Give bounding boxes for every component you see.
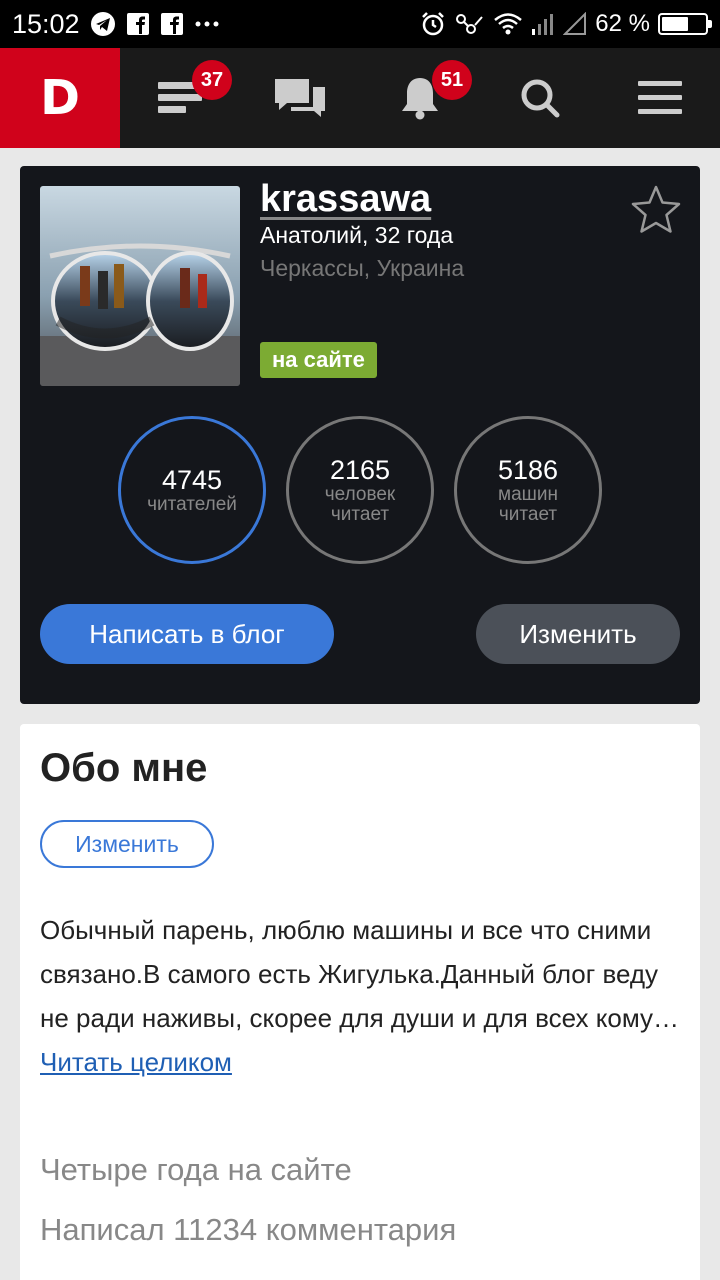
username[interactable]: krassawa (260, 178, 431, 221)
battery-icon (658, 13, 712, 35)
edit-profile-button[interactable]: Изменить (476, 604, 680, 664)
location: Черкассы, Украина (260, 255, 465, 281)
search-icon (521, 79, 560, 118)
nav-search[interactable] (480, 48, 600, 148)
comments-count: Написал 11234 комментария (40, 1212, 457, 1247)
messages-icon (275, 79, 325, 117)
read-more-link[interactable]: Читать целиком (40, 1047, 232, 1077)
nav-menu[interactable] (600, 48, 720, 148)
app-bar: D 37 51 (0, 48, 720, 148)
telegram-icon (90, 11, 116, 37)
write-blog-button[interactable]: Написать в блог (40, 604, 334, 664)
nav-notifications[interactable]: 51 (360, 48, 480, 148)
hamburger-menu-icon (638, 81, 682, 114)
network-icon (455, 11, 485, 37)
about-card: Обо мне Изменить Обычный парень, люблю м… (20, 724, 700, 1280)
stat-value: 4745 (161, 465, 223, 495)
notifications-badge: 51 (432, 60, 472, 100)
facebook-icon (126, 12, 150, 36)
facebook-icon (160, 12, 184, 36)
bio-content: Обычный парень, люблю машины и все что с… (40, 915, 680, 1033)
stat-label: читает (498, 504, 558, 525)
signal-icon (531, 12, 555, 36)
alarm-icon (419, 10, 447, 38)
status-time: 15:02 (12, 8, 80, 39)
edit-about-button[interactable]: Изменить (40, 820, 214, 868)
wifi-icon (493, 12, 523, 36)
star-icon (631, 185, 681, 233)
stat-following-cars[interactable]: 5186 машин читает (454, 416, 602, 564)
online-status-badge: на сайте (260, 342, 377, 378)
drive2-logo[interactable]: D (0, 48, 120, 148)
stat-value: 5186 (497, 455, 559, 485)
stat-following-people[interactable]: 2165 человек читает (286, 416, 434, 564)
avatar[interactable] (40, 186, 240, 386)
battery-fill (662, 17, 688, 31)
battery-percent: 62 % (595, 10, 650, 37)
feed-badge: 37 (192, 60, 232, 100)
nav-messages[interactable] (240, 48, 360, 148)
stat-value: 2165 (329, 455, 391, 485)
stat-label: человек (324, 484, 396, 505)
status-bar: 15:02 62 % (0, 0, 720, 48)
more-notifications-icon (194, 19, 220, 29)
bio-text: Обычный парень, люблю машины и все что с… (40, 908, 680, 1084)
name-age: Анатолий, 32 года (260, 222, 454, 248)
favorite-star-button[interactable] (630, 184, 682, 236)
stat-label: машин (498, 484, 558, 505)
stat-followers[interactable]: 4745 читателей (118, 416, 266, 564)
stat-label: читателей (147, 494, 237, 515)
about-title: Обо мне (40, 746, 208, 790)
stat-label: читает (330, 504, 390, 525)
profile-card: krassawa Анатолий, 32 года Черкассы, Укр… (20, 166, 700, 704)
years-on-site: Четыре года на сайте (40, 1152, 352, 1187)
nav-feed[interactable]: 37 (120, 48, 240, 148)
signal-empty-icon (563, 12, 587, 36)
